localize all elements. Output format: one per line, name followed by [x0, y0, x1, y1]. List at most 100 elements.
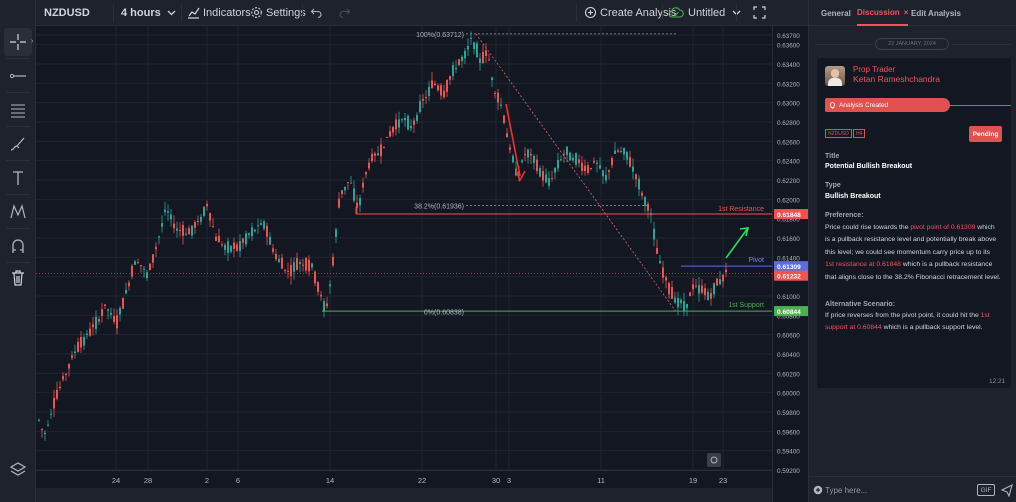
interval-select[interactable]: 4 hours: [121, 0, 161, 25]
price-scale[interactable]: 0.63700 0.63600 0.63400 0.63200 0.63000 0.628…: [769, 26, 809, 502]
candle-body: [299, 262, 301, 264]
candle-body: [602, 170, 604, 177]
symbol-label: NZDUSD: [44, 6, 90, 19]
brush-tool[interactable]: [4, 130, 32, 158]
add-attachment-icon[interactable]: [813, 485, 823, 495]
candle-body: [698, 284, 700, 294]
delete-drawings-tool[interactable]: [4, 264, 32, 292]
magnet-tool[interactable]: [4, 232, 32, 260]
layout-name-button[interactable]: Untitled: [668, 0, 743, 25]
symbol-chip-label: NZDUSD: [828, 130, 849, 137]
candle-body: [398, 119, 400, 128]
candle-body: [428, 86, 430, 96]
undo-button[interactable]: [310, 0, 323, 25]
candle-body: [56, 389, 58, 399]
candle-body: [95, 316, 97, 329]
symbol-search[interactable]: NZDUSD: [44, 0, 90, 25]
indicators-button[interactable]: Indicators: [187, 0, 251, 25]
discussion-thread[interactable]: 22 JANUARY, 2024 Prop Trader Ketan Rames…: [809, 26, 1016, 476]
tab-general[interactable]: General: [821, 0, 851, 26]
gif-button[interactable]: GIF: [977, 484, 995, 496]
price-tick-label: 0.63600: [777, 43, 800, 50]
fib-tool[interactable]: [4, 96, 32, 124]
candle-body: [443, 90, 445, 98]
layers-tool[interactable]: [4, 456, 32, 484]
candle-body: [155, 246, 157, 250]
chart-canvas[interactable]: 100%(0.63712) 38.2%(0.61936) 1st Resistanc…: [36, 26, 772, 470]
tab-edit-analysis[interactable]: Edit Analysis: [911, 0, 961, 26]
fib-label-382: 38.2%(0.61936): [414, 204, 464, 211]
candle-body: [302, 264, 304, 266]
candle-body: [617, 150, 619, 152]
candle-body: [278, 259, 280, 263]
candle-body: [665, 277, 667, 281]
candle-body: [122, 297, 124, 309]
message-input[interactable]: [825, 483, 965, 497]
candle-body: [584, 165, 586, 171]
avatar[interactable]: [825, 66, 845, 86]
candle-body: [464, 50, 466, 59]
price-tick-label: 0.62200: [777, 178, 800, 185]
scroll-to-latest-button[interactable]: [707, 453, 721, 467]
candle-body: [209, 213, 211, 221]
candle-body: [215, 236, 217, 241]
chart-footer: [36, 488, 772, 502]
crosshair-tool[interactable]: [4, 28, 32, 56]
tab-discussion[interactable]: Discussion ×: [857, 0, 909, 26]
close-tab-icon[interactable]: ×: [904, 8, 909, 17]
candle-body: [329, 284, 331, 287]
candle-body: [365, 172, 367, 175]
candle-body: [560, 159, 562, 161]
candle-body: [530, 154, 532, 156]
redo-button[interactable]: [338, 0, 351, 25]
candle-body: [716, 278, 718, 286]
author-name[interactable]: Ketan Rameshchandra: [853, 74, 940, 84]
candle-body: [686, 304, 688, 308]
candle-body: [260, 223, 262, 225]
date-divider: 22 JANUARY, 2024: [875, 38, 949, 50]
plus-circle-icon: [584, 6, 597, 19]
pending-label: Pending: [972, 130, 999, 138]
candle-body: [281, 257, 283, 269]
candle-body: [266, 225, 268, 237]
time-scale[interactable]: 24 28 2 6 14 22 30 3 11 19 23: [36, 470, 772, 488]
expand-arrow-icon[interactable]: ›: [31, 38, 33, 45]
settings-button[interactable]: Settings: [250, 0, 306, 25]
send-icon[interactable]: [1000, 483, 1014, 497]
candle-body: [212, 226, 214, 228]
candle-body: [116, 315, 118, 329]
candle-body: [239, 240, 241, 251]
pending-badge[interactable]: Pending: [969, 126, 1002, 142]
price-tick-label: 0.63000: [777, 101, 800, 108]
magnet-icon: [12, 239, 24, 253]
title-label: Title: [825, 153, 840, 160]
fullscreen-button[interactable]: [753, 0, 766, 25]
price-tick-label: 0.59600: [777, 429, 800, 436]
candle-body: [692, 284, 694, 290]
price-chart[interactable]: 100%(0.63712) 38.2%(0.61936) 1st Resistanc…: [36, 26, 772, 488]
pivot-price-tag: 0.61309: [777, 264, 801, 271]
layers-icon: [9, 462, 27, 476]
candle-body: [593, 161, 595, 163]
candle-body: [605, 174, 607, 181]
candle-body: [254, 229, 256, 232]
candle-body: [296, 258, 298, 270]
preference-text-1: Price could rise towards the: [825, 224, 911, 231]
candle-body: [629, 156, 631, 167]
time-scale-canvas: 24 28 2 6 14 22 30 3 11 19 23: [112, 476, 727, 485]
candle-body: [710, 293, 712, 299]
date-tick-label: 6: [236, 476, 240, 485]
indicators-label: Indicators: [203, 6, 251, 19]
brush-icon: [10, 137, 25, 151]
candle-body: [311, 263, 313, 268]
type-label: Type: [825, 182, 841, 189]
candle-body: [395, 119, 397, 130]
text-tool[interactable]: [4, 164, 32, 192]
interval-dropdown[interactable]: [165, 0, 178, 25]
date-tick-label: 11: [597, 476, 605, 485]
trend-line-tool[interactable]: [4, 62, 32, 90]
candle-body: [635, 174, 637, 180]
candle-body: [674, 297, 676, 303]
pattern-tool[interactable]: [4, 198, 32, 226]
candle-body: [638, 178, 640, 190]
